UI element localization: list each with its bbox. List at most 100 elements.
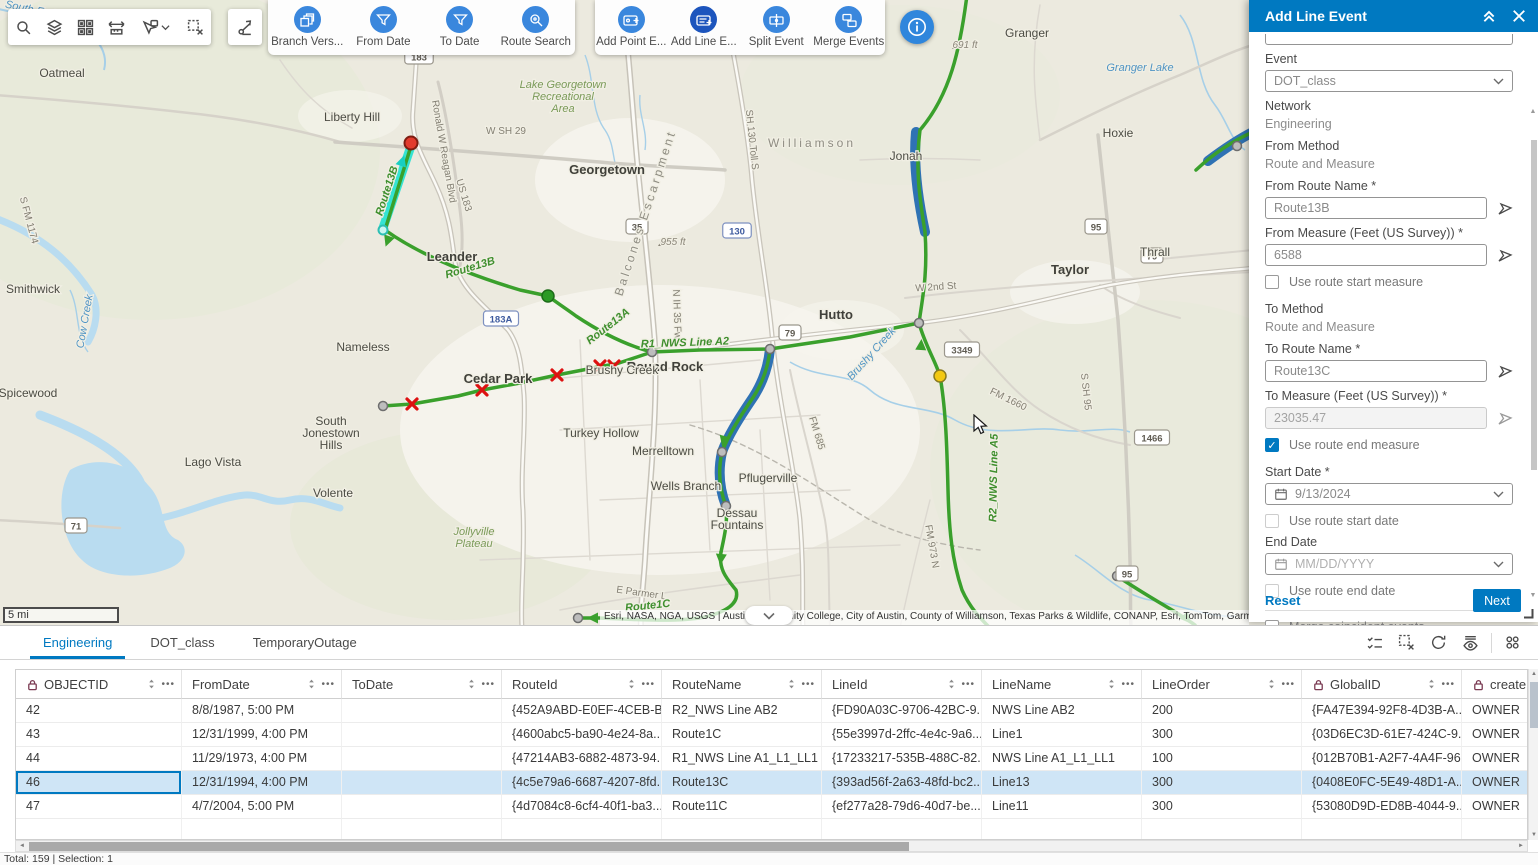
table-cell[interactable]: OWNER bbox=[1462, 771, 1528, 795]
column-menu-icon[interactable]: ••• bbox=[801, 679, 815, 690]
table-cell[interactable] bbox=[822, 819, 982, 840]
table-cell[interactable] bbox=[182, 819, 342, 840]
scroll-right-arrow[interactable]: ► bbox=[1515, 841, 1527, 851]
table-cell[interactable]: {55e3997d-2ffc-4e4c-9a6... bbox=[822, 723, 982, 747]
table-cell[interactable]: NWS Line A1_L1_LL1 bbox=[982, 747, 1142, 771]
filter-funnel-button[interactable]: From Date bbox=[346, 6, 420, 48]
collapse-attribution-button[interactable] bbox=[745, 606, 793, 625]
table-cell[interactable] bbox=[16, 819, 182, 840]
scroll-up-arrow[interactable]: ▲ bbox=[1529, 671, 1538, 677]
table-cell[interactable]: 100 bbox=[1142, 747, 1302, 771]
table-cell[interactable]: 300 bbox=[1142, 795, 1302, 819]
table-cell[interactable]: R2_NWS Line AB2 bbox=[662, 699, 822, 723]
add-point-event-button[interactable]: Add Point E... bbox=[595, 6, 668, 48]
scrollbar-thumb[interactable] bbox=[29, 842, 909, 851]
table-cell[interactable]: 4/7/2004, 5:00 PM bbox=[182, 795, 342, 819]
to-route-name-input[interactable] bbox=[1265, 360, 1487, 382]
identify-info-button[interactable] bbox=[900, 10, 934, 44]
next-button[interactable]: Next bbox=[1473, 589, 1521, 612]
table-cell[interactable]: {47214AB3-6882-4873-94... bbox=[502, 747, 662, 771]
table-cell[interactable] bbox=[342, 747, 502, 771]
column-menu-icon[interactable]: ••• bbox=[481, 679, 495, 690]
tab-dot_class[interactable]: DOT_class bbox=[137, 626, 227, 659]
sort-icon[interactable] bbox=[146, 678, 157, 690]
table-cell[interactable] bbox=[342, 771, 502, 795]
use-route-start-date-checkbox[interactable]: Use route start date bbox=[1265, 514, 1512, 528]
table-cell[interactable]: 43 bbox=[16, 723, 182, 747]
table-cell[interactable]: Line11 bbox=[982, 795, 1142, 819]
layers-button[interactable] bbox=[39, 9, 70, 45]
table-cell[interactable]: 47 bbox=[16, 795, 182, 819]
table-cell[interactable]: Line13 bbox=[982, 771, 1142, 795]
table-cell[interactable]: 42 bbox=[16, 699, 182, 723]
trace-tool-button[interactable] bbox=[228, 9, 262, 45]
close-panel-icon[interactable] bbox=[1512, 9, 1526, 23]
collapse-panel-icon[interactable] bbox=[1482, 9, 1496, 23]
column-menu-icon[interactable]: ••• bbox=[321, 679, 335, 690]
measure-button[interactable] bbox=[101, 9, 132, 45]
table-cell[interactable]: 300 bbox=[1142, 771, 1302, 795]
column-header-routename[interactable]: RouteName••• bbox=[662, 670, 822, 699]
reset-link[interactable]: Reset bbox=[1265, 593, 1300, 608]
merge-events-button[interactable]: Merge Events bbox=[813, 6, 886, 48]
sort-icon[interactable] bbox=[466, 678, 477, 690]
sort-icon[interactable] bbox=[1106, 678, 1117, 690]
column-menu-icon[interactable]: ••• bbox=[1121, 679, 1135, 690]
table-horizontal-scrollbar[interactable]: ◄ ► bbox=[15, 840, 1528, 852]
sort-icon[interactable] bbox=[1266, 678, 1277, 690]
table-cell[interactable]: 46 bbox=[16, 771, 182, 795]
table-cell[interactable]: 8/8/1987, 5:00 PM bbox=[182, 699, 342, 723]
event-select[interactable]: DOT_class bbox=[1265, 70, 1513, 92]
table-cell[interactable]: {4c5e79a6-6687-4207-8fd... bbox=[502, 771, 662, 795]
table-cell[interactable]: 11/29/1973, 4:00 PM bbox=[182, 747, 342, 771]
table-cell[interactable]: NWS Line AB2 bbox=[982, 699, 1142, 723]
from-route-name-input[interactable] bbox=[1265, 197, 1487, 219]
column-header-lineid[interactable]: LineId••• bbox=[822, 670, 982, 699]
table-cell[interactable]: 12/31/1999, 4:00 PM bbox=[182, 723, 342, 747]
branch-version-button[interactable]: Branch Vers... bbox=[270, 6, 344, 48]
column-menu-icon[interactable]: ••• bbox=[961, 679, 975, 690]
sort-icon[interactable] bbox=[786, 678, 797, 690]
table-cell[interactable]: {53080D9D-ED8B-4044-9... bbox=[1302, 795, 1462, 819]
sort-icon[interactable] bbox=[626, 678, 637, 690]
scroll-left-arrow[interactable]: ◄ bbox=[16, 841, 28, 851]
column-header-fromdate[interactable]: FromDate••• bbox=[182, 670, 342, 699]
options-grid-button[interactable] bbox=[1499, 629, 1526, 656]
table-cell[interactable]: Route13C bbox=[662, 771, 822, 795]
pick-on-map-icon[interactable] bbox=[1497, 410, 1513, 426]
pick-on-map-icon[interactable] bbox=[1497, 363, 1513, 379]
column-header-linename[interactable]: LineName••• bbox=[982, 670, 1142, 699]
route-search-button[interactable]: Route Search bbox=[499, 6, 573, 48]
table-cell[interactable]: Route1C bbox=[662, 723, 822, 747]
table-cell[interactable]: {0408E0FC-5E49-48D1-A... bbox=[1302, 771, 1462, 795]
table-cell[interactable]: 12/31/1994, 4:00 PM bbox=[182, 771, 342, 795]
table-cell[interactable]: {393ad56f-2a63-48fd-bc2... bbox=[822, 771, 982, 795]
table-cell[interactable]: Line1 bbox=[982, 723, 1142, 747]
basemap-button[interactable] bbox=[70, 9, 101, 45]
table-cell[interactable]: 200 bbox=[1142, 699, 1302, 723]
show-selected-records-button[interactable] bbox=[1361, 629, 1388, 656]
sort-icon[interactable] bbox=[946, 678, 957, 690]
table-cell[interactable]: OWNER bbox=[1462, 747, 1528, 771]
table-cell[interactable]: {17233217-535B-488C-82... bbox=[822, 747, 982, 771]
filter-funnel-button[interactable]: To Date bbox=[423, 6, 497, 48]
clear-selection-button[interactable] bbox=[1393, 629, 1420, 656]
column-header-globalid[interactable]: GlobalID••• bbox=[1302, 670, 1462, 699]
table-cell[interactable]: OWNER bbox=[1462, 723, 1528, 747]
panel-resize-handle[interactable] bbox=[1523, 608, 1534, 619]
table-cell[interactable]: {03D6EC3D-61E7-424C-9... bbox=[1302, 723, 1462, 747]
select-button[interactable] bbox=[132, 9, 180, 45]
table-cell[interactable] bbox=[1302, 819, 1462, 840]
table-cell[interactable] bbox=[342, 699, 502, 723]
pick-on-map-icon[interactable] bbox=[1497, 200, 1513, 216]
column-menu-icon[interactable]: ••• bbox=[161, 679, 175, 690]
table-cell[interactable]: OWNER bbox=[1462, 795, 1528, 819]
split-event-button[interactable]: Split Event bbox=[740, 6, 813, 48]
column-header-create[interactable]: create••• bbox=[1462, 670, 1528, 699]
table-cell[interactable]: 44 bbox=[16, 747, 182, 771]
scrollbar-thumb[interactable] bbox=[1530, 682, 1538, 728]
tab-temporaryoutage[interactable]: TemporaryOutage bbox=[240, 626, 370, 659]
table-cell[interactable] bbox=[982, 819, 1142, 840]
column-header-lineorder[interactable]: LineOrder••• bbox=[1142, 670, 1302, 699]
table-cell[interactable]: {FA47E394-92F8-4D3B-A... bbox=[1302, 699, 1462, 723]
